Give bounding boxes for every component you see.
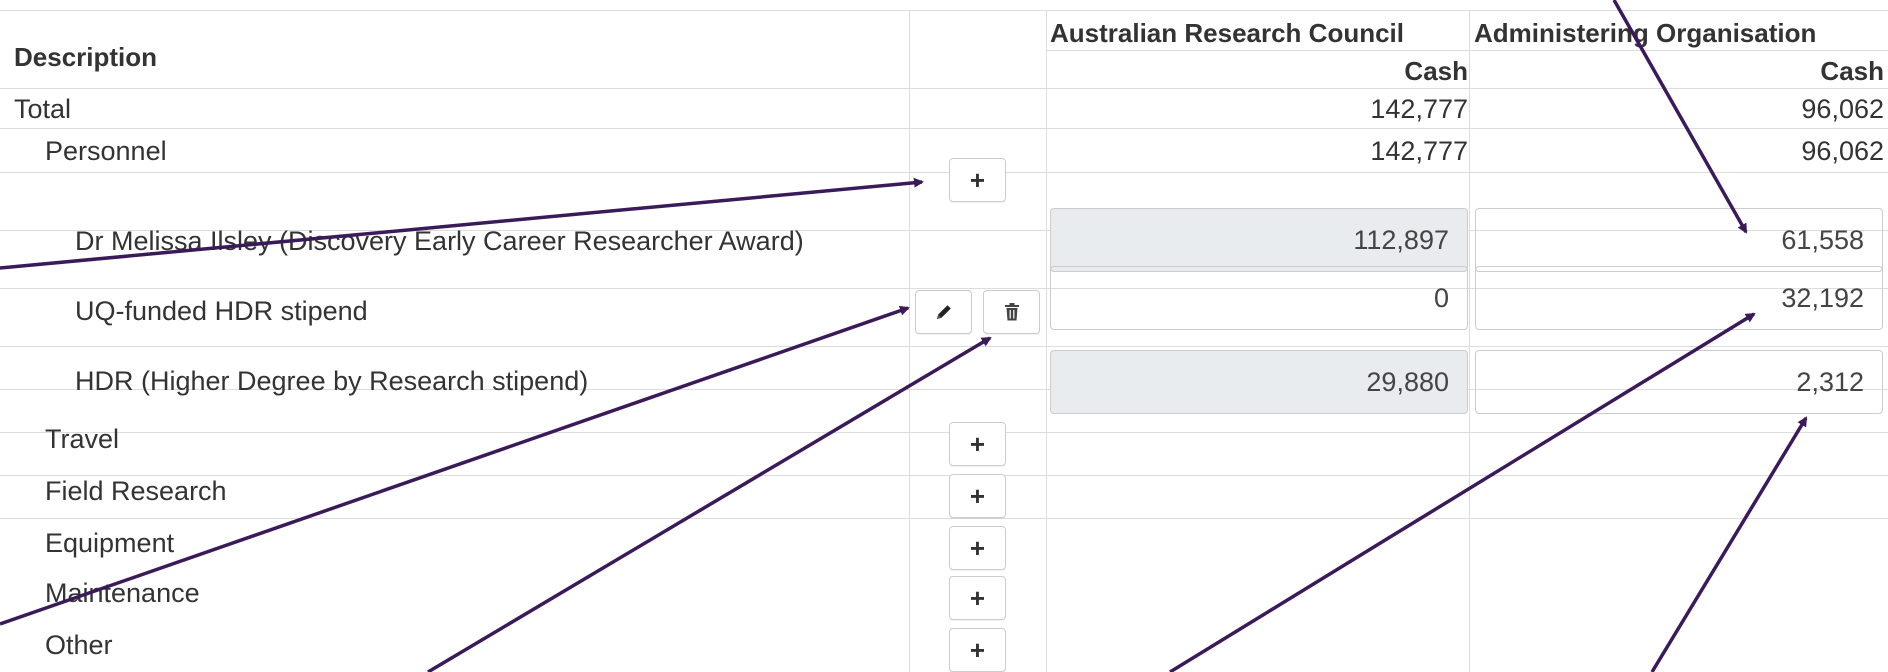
row-travel-label: Travel [45, 424, 120, 454]
row-equipment-label: Equipment [45, 528, 175, 558]
header-admin-org: Administering Organisation [1474, 18, 1817, 48]
delete-row-button[interactable] [983, 290, 1040, 334]
add-travel-button[interactable]: + [949, 422, 1006, 466]
plus-icon: + [969, 429, 986, 459]
add-equipment-button[interactable]: + [949, 526, 1006, 570]
edit-row-button[interactable] [915, 290, 972, 334]
hdr-arc-field: 29,880 [1050, 350, 1468, 414]
pencil-icon [936, 305, 951, 319]
row-personnel-admin: 96,062 [1801, 136, 1884, 166]
add-other-button[interactable]: + [949, 628, 1006, 672]
row-personnel-label: Personnel [45, 136, 167, 166]
add-field-research-button[interactable]: + [949, 474, 1006, 518]
row-melissa-label: Dr Melissa Ilsley (Discovery Early Caree… [75, 226, 804, 256]
plus-icon: + [969, 533, 986, 563]
row-total-arc: 142,777 [1370, 94, 1468, 124]
add-maintenance-button[interactable]: + [949, 576, 1006, 620]
row-other-label: Other [45, 630, 113, 660]
row-total-label: Total [14, 94, 72, 124]
row-hdr-label: HDR (Higher Degree by Research stipend) [75, 366, 589, 396]
header-description: Description [14, 42, 158, 72]
header-arc-cash: Cash [1404, 56, 1468, 86]
row-uq-label: UQ-funded HDR stipend [75, 296, 368, 326]
melissa-arc-field: 112,897 [1050, 208, 1468, 272]
plus-icon: + [969, 165, 986, 195]
uq-admin-field[interactable]: 32,192 [1475, 266, 1883, 330]
plus-icon: + [969, 635, 986, 665]
uq-arc-field[interactable]: 0 [1050, 266, 1468, 330]
row-total-admin: 96,062 [1801, 94, 1884, 124]
header-arc: Australian Research Council [1050, 18, 1404, 48]
hdr-admin-field[interactable]: 2,312 [1475, 350, 1883, 414]
budget-table: Description Australian Research Council … [0, 0, 1888, 672]
row-field-research-label: Field Research [45, 476, 227, 506]
row-personnel-arc: 142,777 [1370, 136, 1468, 166]
header-admin-cash: Cash [1820, 56, 1884, 86]
add-personnel-button[interactable]: + [949, 158, 1006, 202]
plus-icon: + [969, 481, 986, 511]
trash-icon [1004, 303, 1019, 321]
melissa-admin-field[interactable]: 61,558 [1475, 208, 1883, 272]
row-maintenance-label: Maintenance [45, 578, 200, 608]
plus-icon: + [969, 583, 986, 613]
